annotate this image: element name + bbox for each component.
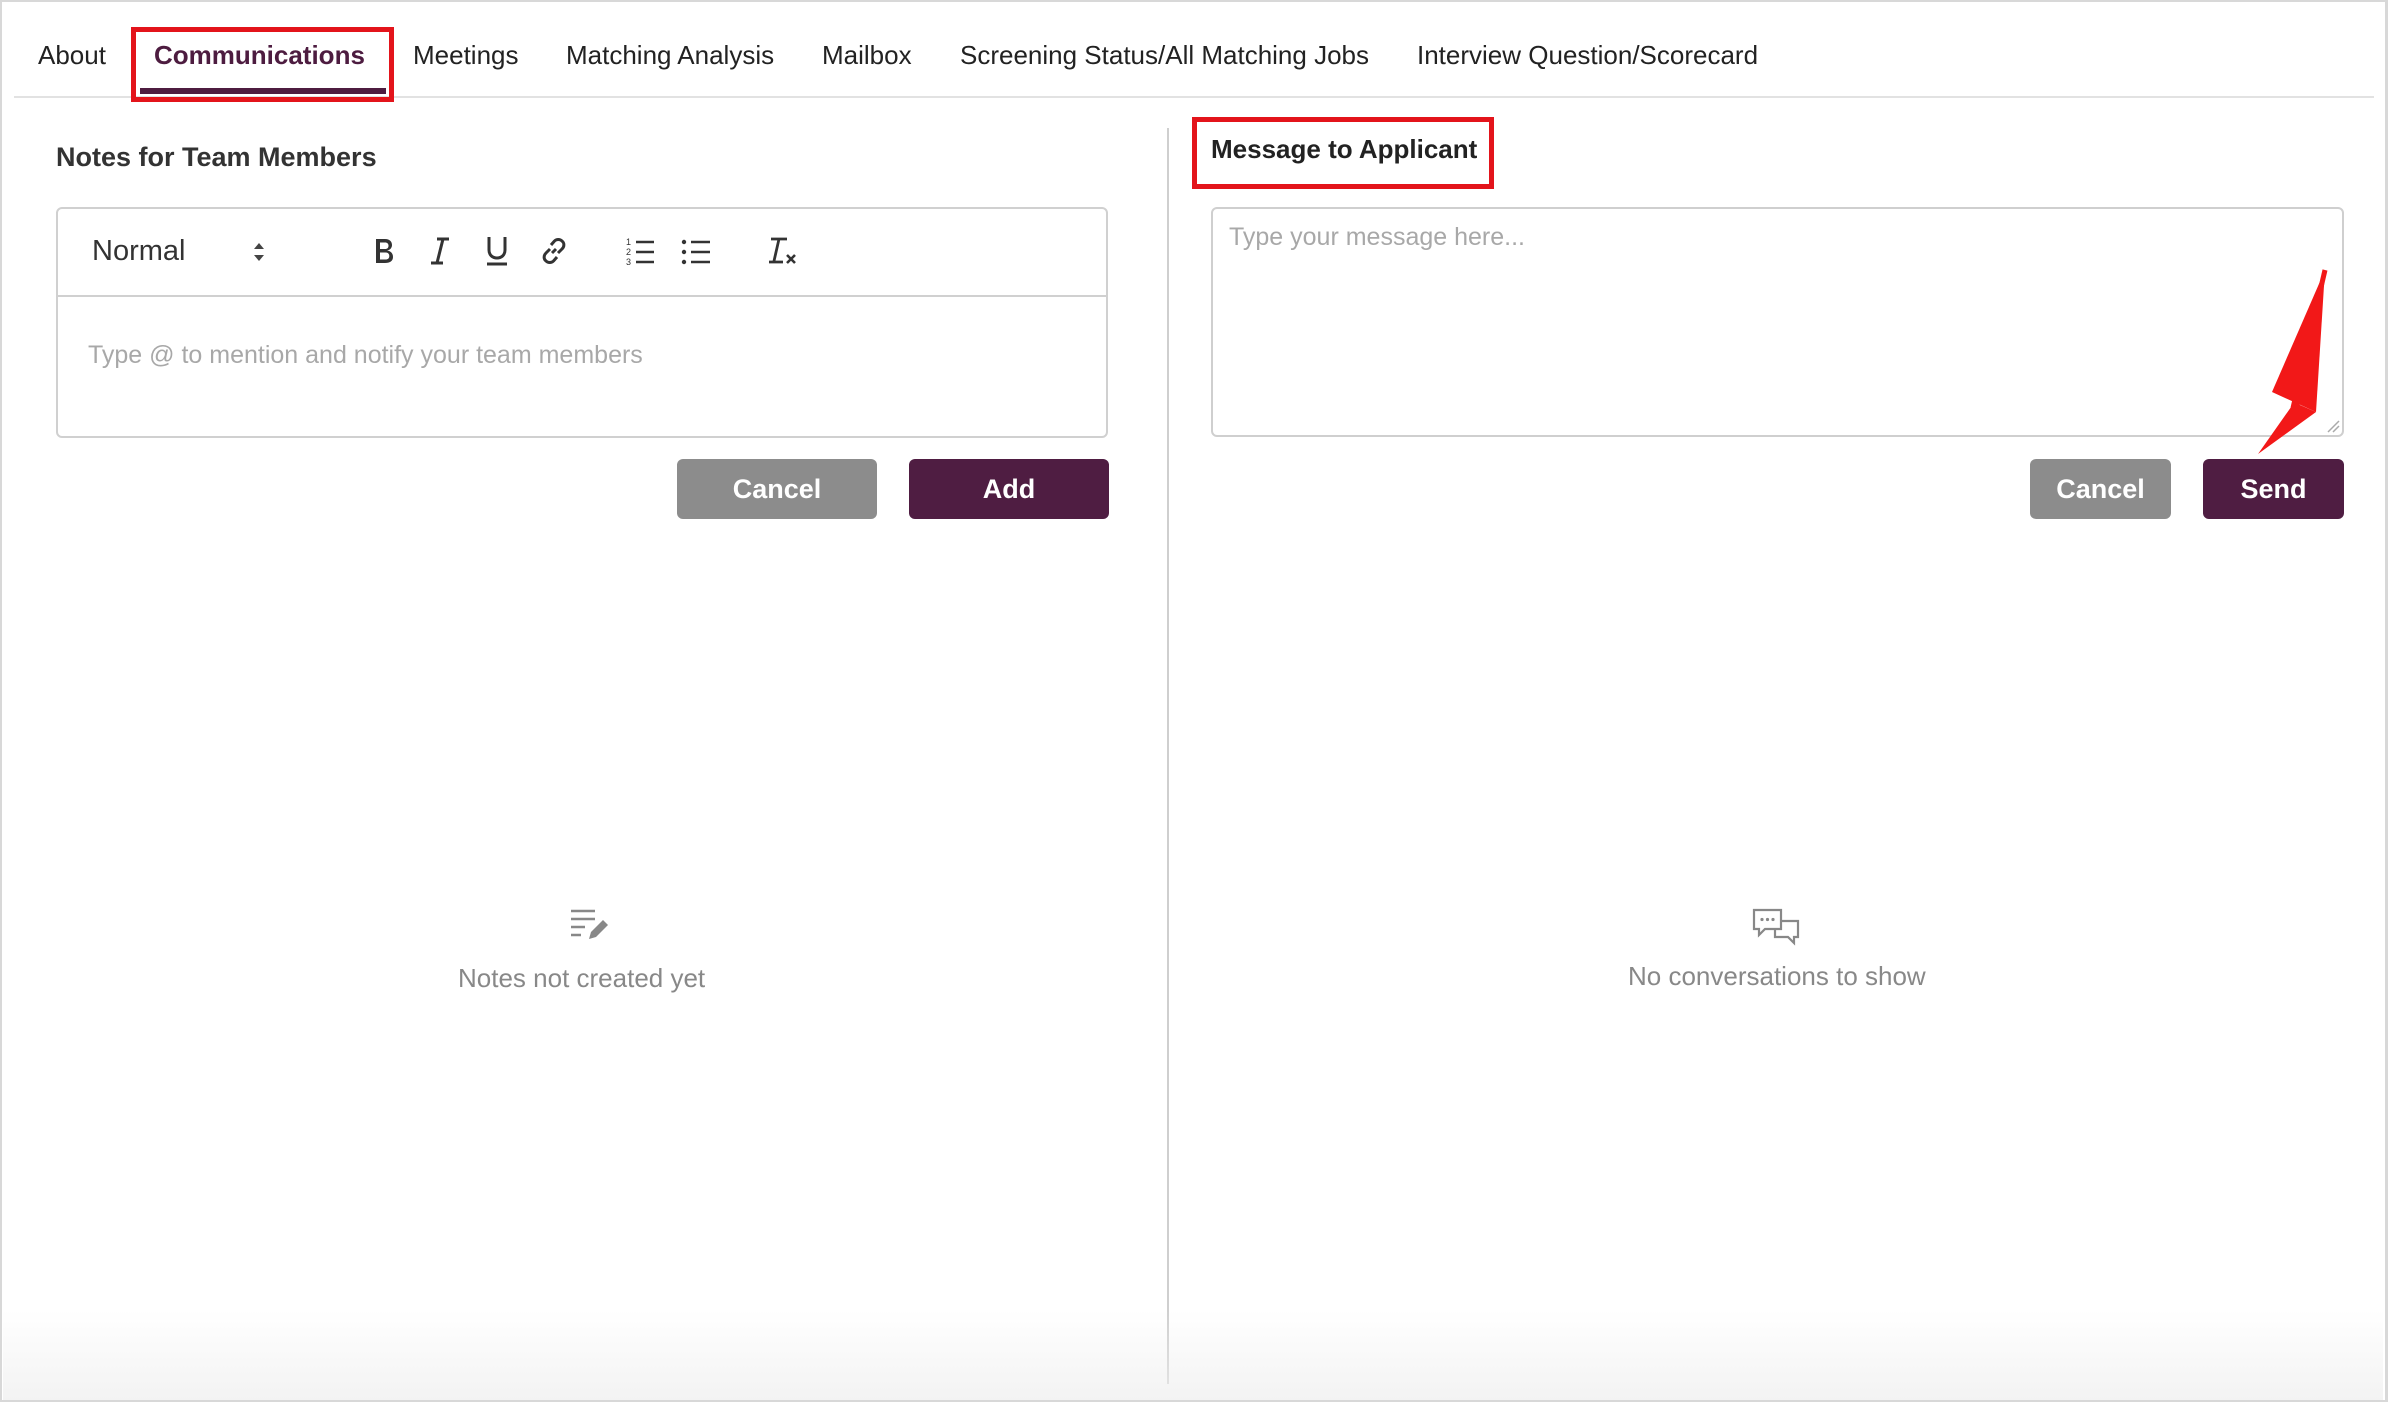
format-select-value: Normal	[92, 234, 186, 267]
message-title: Message to Applicant	[1211, 134, 1478, 164]
notes-edit-icon	[571, 909, 608, 939]
tab-about[interactable]: About	[38, 40, 106, 71]
notes-empty-text: Notes not created yet	[458, 963, 706, 993]
underline-icon[interactable]	[476, 229, 518, 273]
tab-highlight-box	[131, 27, 394, 102]
message-send-button[interactable]: Send	[2203, 459, 2344, 519]
clear-format-icon[interactable]	[762, 229, 804, 273]
bullet-list-icon[interactable]	[676, 229, 716, 273]
notes-placeholder[interactable]: Type @ to mention and notify your team m…	[88, 341, 643, 370]
message-textarea[interactable]: Type your message here...	[1211, 207, 2344, 437]
select-arrows-icon	[254, 243, 264, 261]
tab-meetings[interactable]: Meetings	[413, 40, 519, 71]
notes-editor: Normal 1 2 3 Type @ to mention and notif…	[56, 207, 1108, 438]
italic-icon[interactable]	[420, 229, 460, 273]
annotation-arrow	[2258, 269, 2328, 454]
message-placeholder: Type your message here...	[1229, 223, 1525, 251]
svg-text:2: 2	[626, 247, 631, 257]
tab-matching-analysis[interactable]: Matching Analysis	[566, 40, 774, 71]
editor-toolbar: Normal 1 2 3	[58, 209, 1106, 297]
svg-text:1: 1	[626, 237, 631, 247]
notes-add-button[interactable]: Add	[909, 459, 1109, 519]
ordered-list-icon[interactable]: 1 2 3	[620, 229, 660, 273]
tab-mailbox[interactable]: Mailbox	[822, 40, 912, 71]
format-select[interactable]: Normal	[92, 229, 282, 273]
bold-icon[interactable]	[364, 229, 404, 273]
message-empty-text: No conversations to show	[1628, 961, 1926, 991]
message-cancel-button[interactable]: Cancel	[2030, 459, 2171, 519]
notes-cancel-button[interactable]: Cancel	[677, 459, 877, 519]
chat-bubbles-icon	[1752, 908, 1800, 946]
notes-title: Notes for Team Members	[56, 142, 377, 172]
svg-text:3: 3	[626, 257, 631, 266]
tab-interview-question[interactable]: Interview Question/Scorecard	[1417, 40, 1758, 71]
link-icon[interactable]	[532, 229, 576, 273]
panel-divider	[1167, 128, 1169, 1384]
tab-screening-status[interactable]: Screening Status/All Matching Jobs	[960, 40, 1369, 71]
